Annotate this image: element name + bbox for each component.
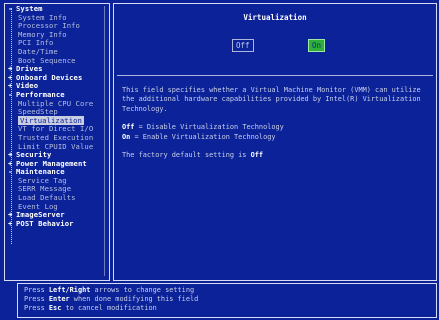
footer-enter-text: when done modifying this field: [69, 295, 199, 303]
help-on-line: On = Enable Virtualization Technology: [122, 133, 428, 142]
collapse-icon[interactable]: -: [8, 4, 16, 14]
key-help-footer: Press Left/Right arrows to change settin…: [17, 283, 437, 318]
help-default-prefix: The factory default setting is: [122, 151, 251, 160]
help-default-value: Off: [250, 151, 264, 160]
tree-item-label: SpeedStep: [18, 107, 58, 117]
panel-title: Virtualization: [243, 13, 307, 22]
footer-key-esc: Esc: [48, 304, 62, 312]
expand-icon[interactable]: +: [8, 219, 16, 229]
tree-item-label: POST Behavior: [16, 218, 74, 228]
collapse-icon[interactable]: -: [8, 168, 16, 177]
collapse-icon[interactable]: -: [8, 90, 16, 100]
footer-key-enter: Enter: [48, 295, 70, 303]
help-on-key: On: [122, 132, 131, 141]
option-on-button[interactable]: On: [308, 39, 326, 52]
footer-arrows-text: arrows to change setting: [90, 286, 195, 294]
option-off-button[interactable]: Off: [232, 39, 254, 52]
footer-line-arrows: Press Left/Right arrows to change settin…: [24, 286, 194, 295]
help-off-text: = Disable Virtualization Technology: [138, 123, 284, 132]
help-off-key: Off: [122, 123, 135, 132]
footer-line-enter: Press Enter when done modifying this fie…: [24, 295, 198, 304]
settings-tree: - System System Info Processor Info Memory I…: [4, 3, 110, 281]
footer-esc-text: to cancel modification: [61, 304, 157, 312]
footer-press-text: Press: [24, 286, 49, 294]
footer-press-text: Press: [24, 304, 49, 312]
bios-screen: - System System Info Processor Info Memory I…: [0, 0, 439, 320]
help-description: This field specifies whether a Virtual M…: [122, 86, 421, 113]
footer-key-arrows: Left/Right: [48, 286, 91, 294]
help-default-line: The factory default setting is Off: [122, 151, 428, 160]
tree-list: - System System Info Processor Info Memory I…: [8, 4, 107, 229]
tree-scrollbar[interactable]: [104, 6, 108, 276]
footer-press-text: Press: [24, 295, 49, 303]
help-on-text: = Enable Virtualization Technology: [134, 132, 276, 141]
footer-line-esc: Press Esc to cancel modification: [24, 304, 157, 313]
help-off-line: Off = Disable Virtualization Technology: [122, 123, 428, 132]
tree-category-post-behavior[interactable]: + POST Behavior: [8, 218, 107, 229]
help-text: This field specifies whether a Virtual M…: [122, 86, 428, 160]
panel-divider: [117, 75, 433, 76]
setting-detail-panel: Virtualization Off On This field specifi…: [113, 3, 437, 281]
